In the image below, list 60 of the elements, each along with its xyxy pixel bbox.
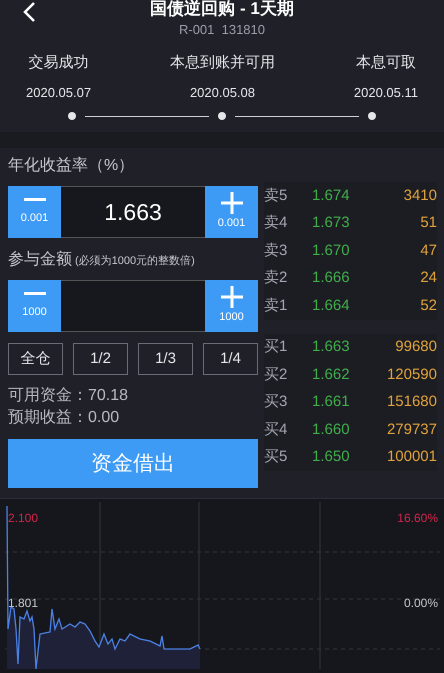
order-level: 卖3 [264, 240, 288, 260]
order-volume: 51 [419, 213, 437, 233]
amount-field[interactable] [61, 280, 205, 332]
order-volume: 151680 [386, 392, 437, 412]
step-date: 2020.05.11 [354, 84, 418, 102]
order-volume: 52 [419, 296, 437, 316]
step-date: 2020.05.08 [190, 84, 256, 102]
order-level: 买3 [264, 392, 288, 412]
minus-icon [24, 292, 46, 296]
order-volume: 279737 [386, 420, 437, 440]
step-dot-icon [368, 112, 376, 120]
step-dot-icon [218, 112, 226, 120]
step-date: 2020.05.07 [26, 84, 92, 102]
portion-button[interactable]: 1/3 [138, 343, 193, 375]
order-price: 1.662 [312, 364, 351, 384]
order-level: 卖4 [264, 213, 288, 233]
axis-mid-label: 1.801 [8, 595, 38, 612]
order-price: 1.664 [312, 296, 351, 316]
order-level: 买1 [264, 337, 288, 357]
order-volume: 99680 [394, 337, 437, 357]
info-text: 可用资金：70.18 [8, 386, 130, 406]
step-label: 交易成功 [28, 53, 89, 73]
portion-button[interactable]: 全仓 [8, 343, 63, 375]
order-level: 卖5 [264, 186, 288, 206]
portion-button[interactable]: 1/4 [203, 343, 258, 375]
step-label: 本息到账并可用 [170, 53, 275, 73]
step-label: 本息可取 [356, 53, 416, 73]
order-price: 1.666 [312, 268, 351, 288]
order-level: 卖1 [264, 296, 288, 316]
order-level: 买2 [264, 364, 288, 384]
plus-icon [220, 192, 242, 214]
order-volume: 3410 [402, 186, 437, 206]
order-level: 卖2 [264, 268, 288, 288]
order-level: 买5 [264, 447, 288, 467]
order-price: 1.650 [312, 447, 351, 467]
bond-code: R-001 131810 [178, 21, 265, 39]
axis-mid-percent: 0.00% [404, 595, 438, 612]
step-dot-icon [68, 112, 76, 120]
order-level: 买4 [264, 420, 288, 440]
amount-hint: (必须为1000元的整数倍) [75, 254, 195, 269]
order-volume: 120590 [386, 364, 437, 384]
portion-button[interactable]: 1/2 [73, 343, 128, 375]
order-volume: 24 [419, 268, 437, 288]
order-price: 1.674 [312, 186, 351, 206]
rate-field[interactable]: 1.663 [61, 186, 205, 238]
order-price: 1.663 [312, 337, 351, 357]
minus-icon [24, 198, 46, 202]
order-price: 1.660 [312, 420, 351, 440]
amount-label: 参与金额 [8, 250, 72, 270]
order-volume: 100001 [386, 447, 437, 467]
axis-max-percent: 16.60% [397, 510, 438, 527]
order-volume: 47 [419, 240, 437, 260]
plus-icon [220, 286, 242, 308]
axis-max-label: 2.100 [8, 510, 38, 527]
back-icon[interactable] [22, 2, 36, 22]
order-price: 1.661 [312, 392, 351, 412]
order-price: 1.670 [312, 240, 351, 260]
order-price: 1.673 [312, 213, 351, 233]
info-text: 预期收益：0.00 [8, 408, 120, 428]
rate-label: 年化收益率（%） [8, 156, 136, 176]
